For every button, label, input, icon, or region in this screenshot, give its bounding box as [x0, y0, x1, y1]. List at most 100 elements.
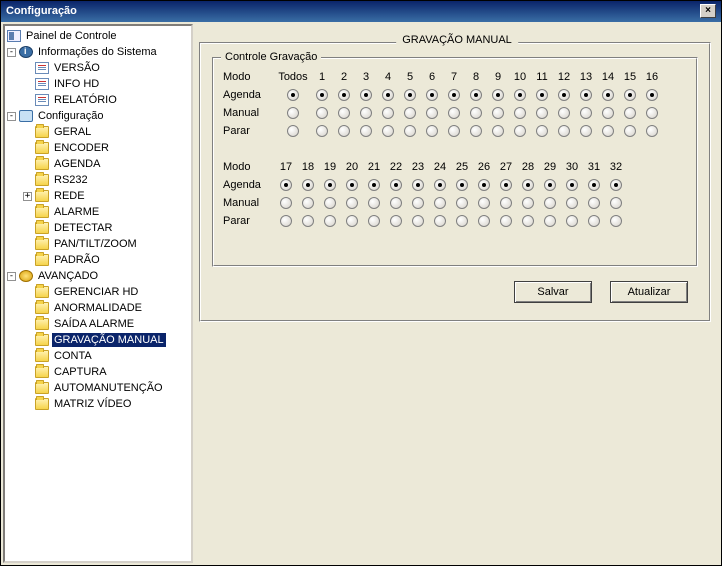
radio-ch5-agenda[interactable]	[404, 89, 416, 101]
radio-ch19-manual[interactable]	[324, 197, 336, 209]
radio-ch25-manual[interactable]	[456, 197, 468, 209]
radio-ch10-manual[interactable]	[514, 107, 526, 119]
radio-ch30-agenda[interactable]	[566, 179, 578, 191]
radio-ch13-manual[interactable]	[580, 107, 592, 119]
radio-ch3-manual[interactable]	[360, 107, 372, 119]
radio-ch32-manual[interactable]	[610, 197, 622, 209]
radio-ch1-agenda[interactable]	[316, 89, 328, 101]
radio-ch4-agenda[interactable]	[382, 89, 394, 101]
radio-ch6-manual[interactable]	[426, 107, 438, 119]
radio-ch3-parar[interactable]	[360, 125, 372, 137]
radio-ch21-manual[interactable]	[368, 197, 380, 209]
radio-ch22-parar[interactable]	[390, 215, 402, 227]
radio-ch20-agenda[interactable]	[346, 179, 358, 191]
tree-item-alarme[interactable]: ALARME	[5, 204, 191, 220]
collapse-icon[interactable]: -	[7, 112, 16, 121]
tree-item-rs232[interactable]: RS232	[5, 172, 191, 188]
radio-ch26-parar[interactable]	[478, 215, 490, 227]
radio-ch12-manual[interactable]	[558, 107, 570, 119]
radio-ch18-parar[interactable]	[302, 215, 314, 227]
radio-ch11-manual[interactable]	[536, 107, 548, 119]
radio-ch4-manual[interactable]	[382, 107, 394, 119]
radio-ch7-parar[interactable]	[448, 125, 460, 137]
tree-item-automanut[interactable]: AUTOMANUTENÇÃO	[5, 380, 191, 396]
radio-ch14-parar[interactable]	[602, 125, 614, 137]
tree-item-geral[interactable]: GERAL	[5, 124, 191, 140]
save-button[interactable]: Salvar	[514, 281, 592, 303]
radio-ch28-parar[interactable]	[522, 215, 534, 227]
radio-ch18-agenda[interactable]	[302, 179, 314, 191]
radio-ch16-parar[interactable]	[646, 125, 658, 137]
tree-node-sys[interactable]: - Informações do Sistema	[5, 44, 191, 60]
radio-all-manual[interactable]	[287, 107, 299, 119]
radio-ch9-parar[interactable]	[492, 125, 504, 137]
radio-ch18-manual[interactable]	[302, 197, 314, 209]
tree-node-cfg[interactable]: - Configuração	[5, 108, 191, 124]
radio-ch6-parar[interactable]	[426, 125, 438, 137]
refresh-button[interactable]: Atualizar	[610, 281, 688, 303]
tree-item-agenda[interactable]: AGENDA	[5, 156, 191, 172]
radio-ch21-parar[interactable]	[368, 215, 380, 227]
tree-item-rede[interactable]: + REDE	[5, 188, 191, 204]
collapse-icon[interactable]: -	[7, 48, 16, 57]
radio-ch5-parar[interactable]	[404, 125, 416, 137]
collapse-icon[interactable]: -	[7, 272, 16, 281]
radio-ch20-parar[interactable]	[346, 215, 358, 227]
tree-item-padrao[interactable]: PADRÃO	[5, 252, 191, 268]
radio-ch8-parar[interactable]	[470, 125, 482, 137]
radio-ch26-agenda[interactable]	[478, 179, 490, 191]
tree-item-gravacaomanual[interactable]: GRAVAÇÃO MANUAL	[5, 332, 191, 348]
radio-ch8-manual[interactable]	[470, 107, 482, 119]
radio-ch31-parar[interactable]	[588, 215, 600, 227]
expand-icon[interactable]: +	[23, 192, 32, 201]
nav-tree[interactable]: Painel de Controle - Informações do Sist…	[3, 24, 193, 563]
radio-ch7-manual[interactable]	[448, 107, 460, 119]
radio-ch24-parar[interactable]	[434, 215, 446, 227]
radio-ch22-agenda[interactable]	[390, 179, 402, 191]
tree-item-encoder[interactable]: ENCODER	[5, 140, 191, 156]
radio-ch17-agenda[interactable]	[280, 179, 292, 191]
radio-ch29-agenda[interactable]	[544, 179, 556, 191]
radio-ch8-agenda[interactable]	[470, 89, 482, 101]
radio-all-agenda[interactable]	[287, 89, 299, 101]
tree-node-adv[interactable]: - AVANÇADO	[5, 268, 191, 284]
radio-all-parar[interactable]	[287, 125, 299, 137]
tree-item-infohd[interactable]: INFO HD	[5, 76, 191, 92]
radio-ch31-agenda[interactable]	[588, 179, 600, 191]
radio-ch11-parar[interactable]	[536, 125, 548, 137]
radio-ch15-manual[interactable]	[624, 107, 636, 119]
radio-ch21-agenda[interactable]	[368, 179, 380, 191]
radio-ch31-manual[interactable]	[588, 197, 600, 209]
radio-ch7-agenda[interactable]	[448, 89, 460, 101]
radio-ch25-agenda[interactable]	[456, 179, 468, 191]
tree-item-matrizvideo[interactable]: MATRIZ VÍDEO	[5, 396, 191, 412]
radio-ch24-manual[interactable]	[434, 197, 446, 209]
radio-ch9-manual[interactable]	[492, 107, 504, 119]
radio-ch29-manual[interactable]	[544, 197, 556, 209]
radio-ch5-manual[interactable]	[404, 107, 416, 119]
radio-ch19-parar[interactable]	[324, 215, 336, 227]
radio-ch28-manual[interactable]	[522, 197, 534, 209]
radio-ch30-manual[interactable]	[566, 197, 578, 209]
radio-ch14-manual[interactable]	[602, 107, 614, 119]
radio-ch27-manual[interactable]	[500, 197, 512, 209]
radio-ch28-agenda[interactable]	[522, 179, 534, 191]
radio-ch1-parar[interactable]	[316, 125, 328, 137]
radio-ch16-manual[interactable]	[646, 107, 658, 119]
radio-ch27-parar[interactable]	[500, 215, 512, 227]
tree-item-versao[interactable]: VERSÃO	[5, 60, 191, 76]
radio-ch32-agenda[interactable]	[610, 179, 622, 191]
radio-ch32-parar[interactable]	[610, 215, 622, 227]
tree-item-anormalidade[interactable]: ANORMALIDADE	[5, 300, 191, 316]
tree-root[interactable]: Painel de Controle	[5, 28, 191, 44]
radio-ch14-agenda[interactable]	[602, 89, 614, 101]
radio-ch9-agenda[interactable]	[492, 89, 504, 101]
radio-ch30-parar[interactable]	[566, 215, 578, 227]
close-icon[interactable]: ×	[700, 4, 716, 18]
radio-ch12-agenda[interactable]	[558, 89, 570, 101]
radio-ch22-manual[interactable]	[390, 197, 402, 209]
radio-ch2-manual[interactable]	[338, 107, 350, 119]
radio-ch15-parar[interactable]	[624, 125, 636, 137]
radio-ch16-agenda[interactable]	[646, 89, 658, 101]
radio-ch4-parar[interactable]	[382, 125, 394, 137]
